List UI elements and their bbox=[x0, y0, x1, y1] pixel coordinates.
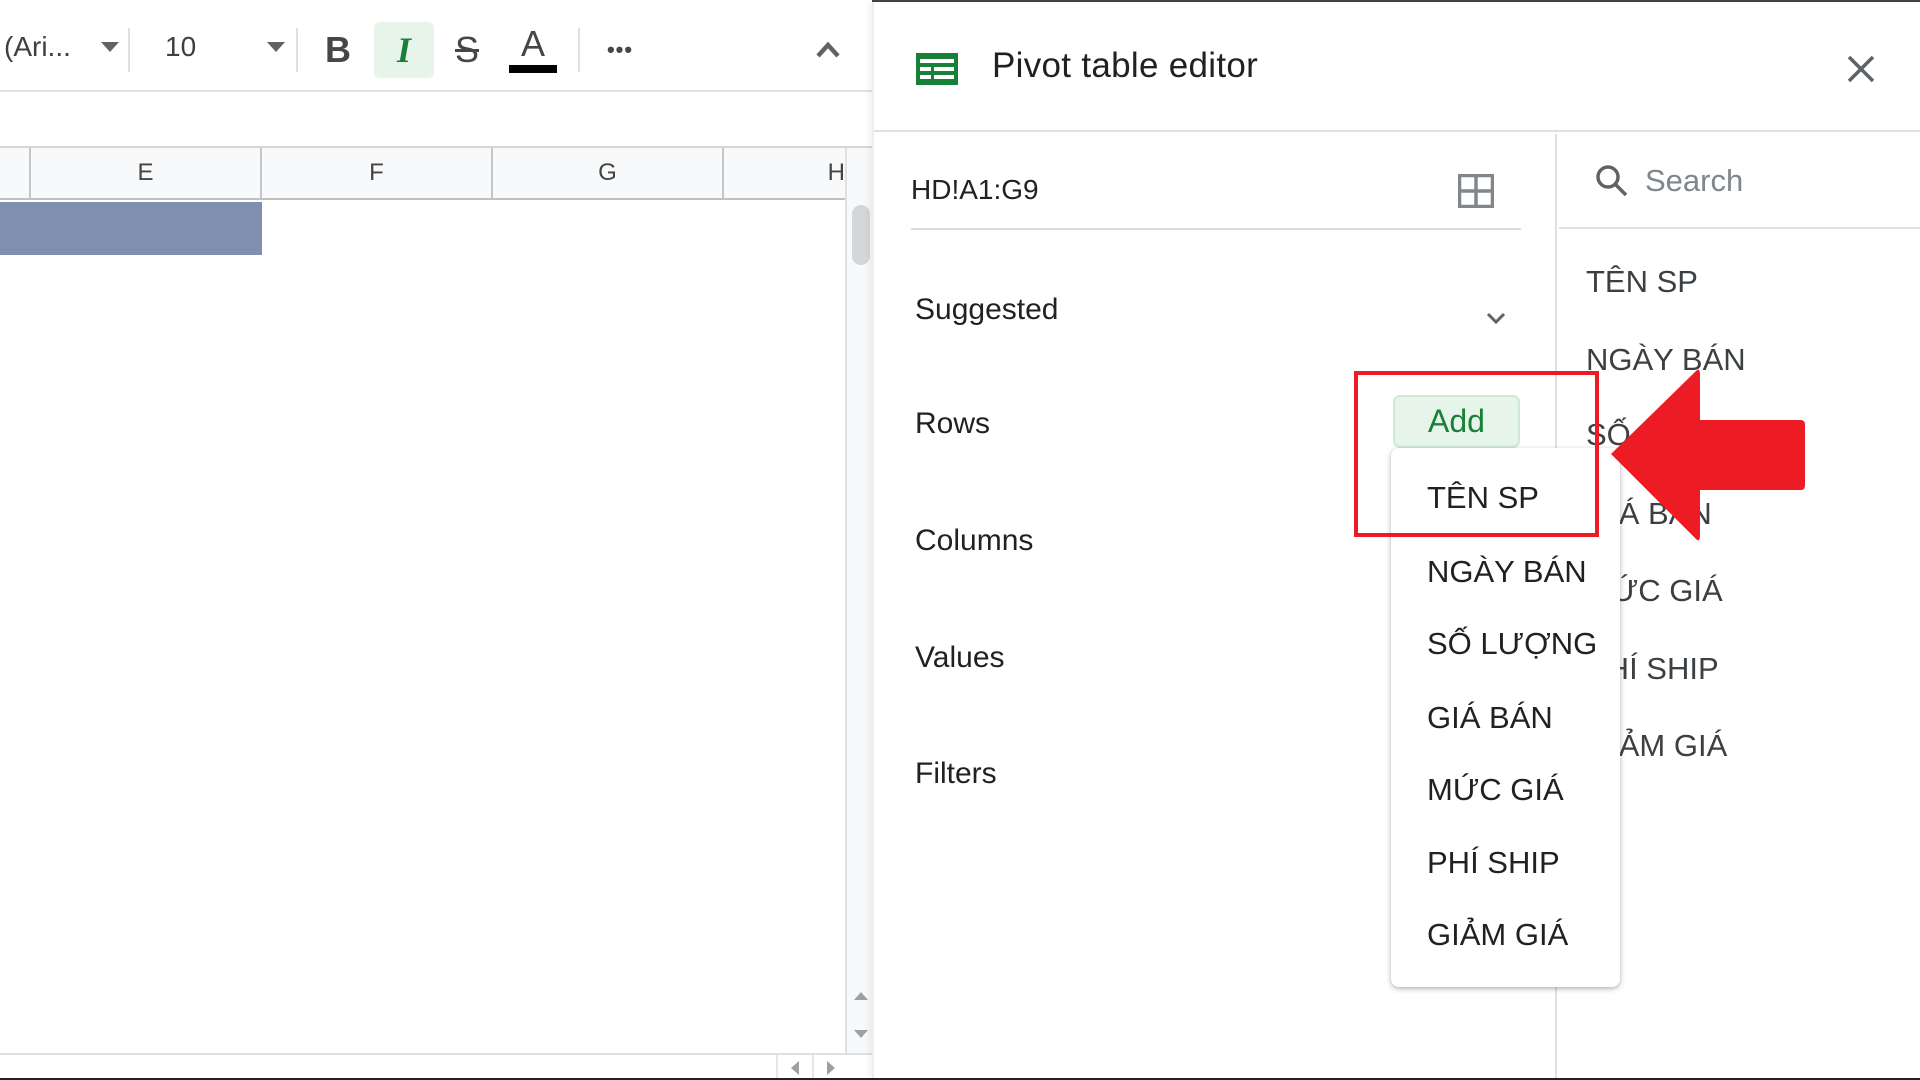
dropdown-item-so-luong[interactable]: SỐ LƯỢNG bbox=[1391, 608, 1620, 680]
column-header-h[interactable]: H bbox=[724, 148, 845, 198]
font-size-value: 10 bbox=[165, 31, 197, 62]
column-label: F bbox=[369, 159, 384, 186]
scrollbar-thumb[interactable] bbox=[852, 205, 870, 265]
bold-button[interactable]: B bbox=[308, 22, 368, 78]
chevron-down-icon bbox=[100, 42, 119, 52]
search-icon bbox=[1596, 165, 1628, 197]
select-range-icon[interactable] bbox=[1458, 174, 1494, 208]
arrow-down-icon bbox=[853, 1030, 868, 1038]
arrow-left-icon bbox=[791, 1060, 799, 1075]
italic-button[interactable]: I bbox=[374, 22, 434, 78]
close-button[interactable] bbox=[1836, 44, 1886, 94]
chevron-down-icon bbox=[267, 42, 285, 52]
strikethrough-button[interactable]: S bbox=[437, 22, 497, 78]
spreadsheet-area: (Ari... 10 B I S A ••• E F G H bbox=[0, 0, 872, 1080]
dropdown-item-phi-ship[interactable]: PHÍ SHIP bbox=[1391, 827, 1620, 899]
rows-label: Rows bbox=[915, 407, 991, 440]
collapse-toolbar-button[interactable] bbox=[808, 30, 848, 70]
scroll-left-button[interactable] bbox=[776, 1055, 812, 1080]
dropdown-item-giam-gia[interactable]: GIẢM GIÁ bbox=[1391, 899, 1620, 971]
arrow-right-icon bbox=[827, 1060, 835, 1075]
column-header-g[interactable]: G bbox=[493, 148, 724, 198]
panel-header: Pivot table editor bbox=[874, 2, 1920, 132]
selected-cell-range[interactable] bbox=[0, 202, 262, 255]
formatting-toolbar: (Ari... 10 B I S A ••• bbox=[0, 2, 872, 92]
dropdown-item-ten-sp[interactable]: TÊN SP bbox=[1391, 462, 1620, 534]
range-underline bbox=[911, 228, 1521, 230]
column-header-e[interactable]: E bbox=[31, 148, 262, 198]
chevron-up-icon bbox=[816, 41, 840, 58]
scroll-down-button[interactable] bbox=[847, 1016, 872, 1052]
data-range-input[interactable]: HD!A1:G9 bbox=[911, 174, 1039, 206]
text-color-button[interactable]: A bbox=[503, 22, 563, 78]
panel-title: Pivot table editor bbox=[992, 46, 1259, 85]
field-search-input[interactable] bbox=[1645, 156, 1915, 206]
vertical-scrollbar[interactable] bbox=[845, 148, 872, 1058]
toolbar-divider bbox=[578, 28, 580, 72]
chevron-down-icon[interactable] bbox=[1482, 308, 1510, 328]
horizontal-scrollbar[interactable] bbox=[0, 1053, 872, 1080]
font-family-value: (Ari... bbox=[4, 31, 71, 62]
toolbar-divider bbox=[296, 28, 298, 72]
field-item[interactable]: TÊN SP bbox=[1586, 264, 1698, 300]
add-rows-dropdown-menu: TÊN SP NGÀY BÁN SỐ LƯỢNG GIÁ BÁN MỨC GIÁ… bbox=[1391, 448, 1620, 987]
scroll-up-button[interactable] bbox=[847, 978, 872, 1014]
text-color-icon: A bbox=[520, 23, 545, 64]
columns-label: Columns bbox=[915, 524, 1034, 557]
italic-icon: I bbox=[396, 30, 411, 70]
text-color-swatch bbox=[509, 65, 557, 73]
toolbar-divider bbox=[128, 28, 130, 72]
bold-icon: B bbox=[325, 29, 351, 70]
column-header-partial[interactable] bbox=[0, 148, 31, 198]
suggested-label[interactable]: Suggested bbox=[915, 293, 1058, 327]
rows-add-button[interactable]: Add bbox=[1393, 395, 1520, 448]
more-icon: ••• bbox=[606, 37, 634, 62]
scroll-right-button[interactable] bbox=[812, 1055, 848, 1080]
close-icon bbox=[1847, 55, 1875, 83]
field-item[interactable]: NGÀY BÁN bbox=[1586, 342, 1746, 378]
dropdown-item-gia-ban[interactable]: GIÁ BÁN bbox=[1391, 682, 1620, 754]
font-size-select[interactable]: 10 bbox=[165, 2, 285, 92]
column-headers: E F G H bbox=[0, 148, 845, 200]
pivot-table-icon bbox=[916, 53, 958, 85]
filters-label: Filters bbox=[915, 757, 997, 790]
formula-bar[interactable] bbox=[0, 94, 872, 148]
strikethrough-icon: S bbox=[454, 29, 479, 70]
column-label: H bbox=[827, 159, 845, 186]
values-label: Values bbox=[915, 641, 1005, 674]
more-options-button[interactable]: ••• bbox=[590, 22, 650, 78]
field-search bbox=[1559, 134, 1920, 229]
column-label: G bbox=[598, 159, 617, 186]
dropdown-item-ngay-ban[interactable]: NGÀY BÁN bbox=[1391, 536, 1620, 608]
arrow-up-icon bbox=[853, 992, 868, 1000]
column-label: E bbox=[137, 159, 154, 186]
font-family-select[interactable]: (Ari... bbox=[4, 2, 119, 92]
dropdown-item-muc-gia[interactable]: MỨC GIÁ bbox=[1391, 754, 1620, 826]
column-header-f[interactable]: F bbox=[262, 148, 493, 198]
